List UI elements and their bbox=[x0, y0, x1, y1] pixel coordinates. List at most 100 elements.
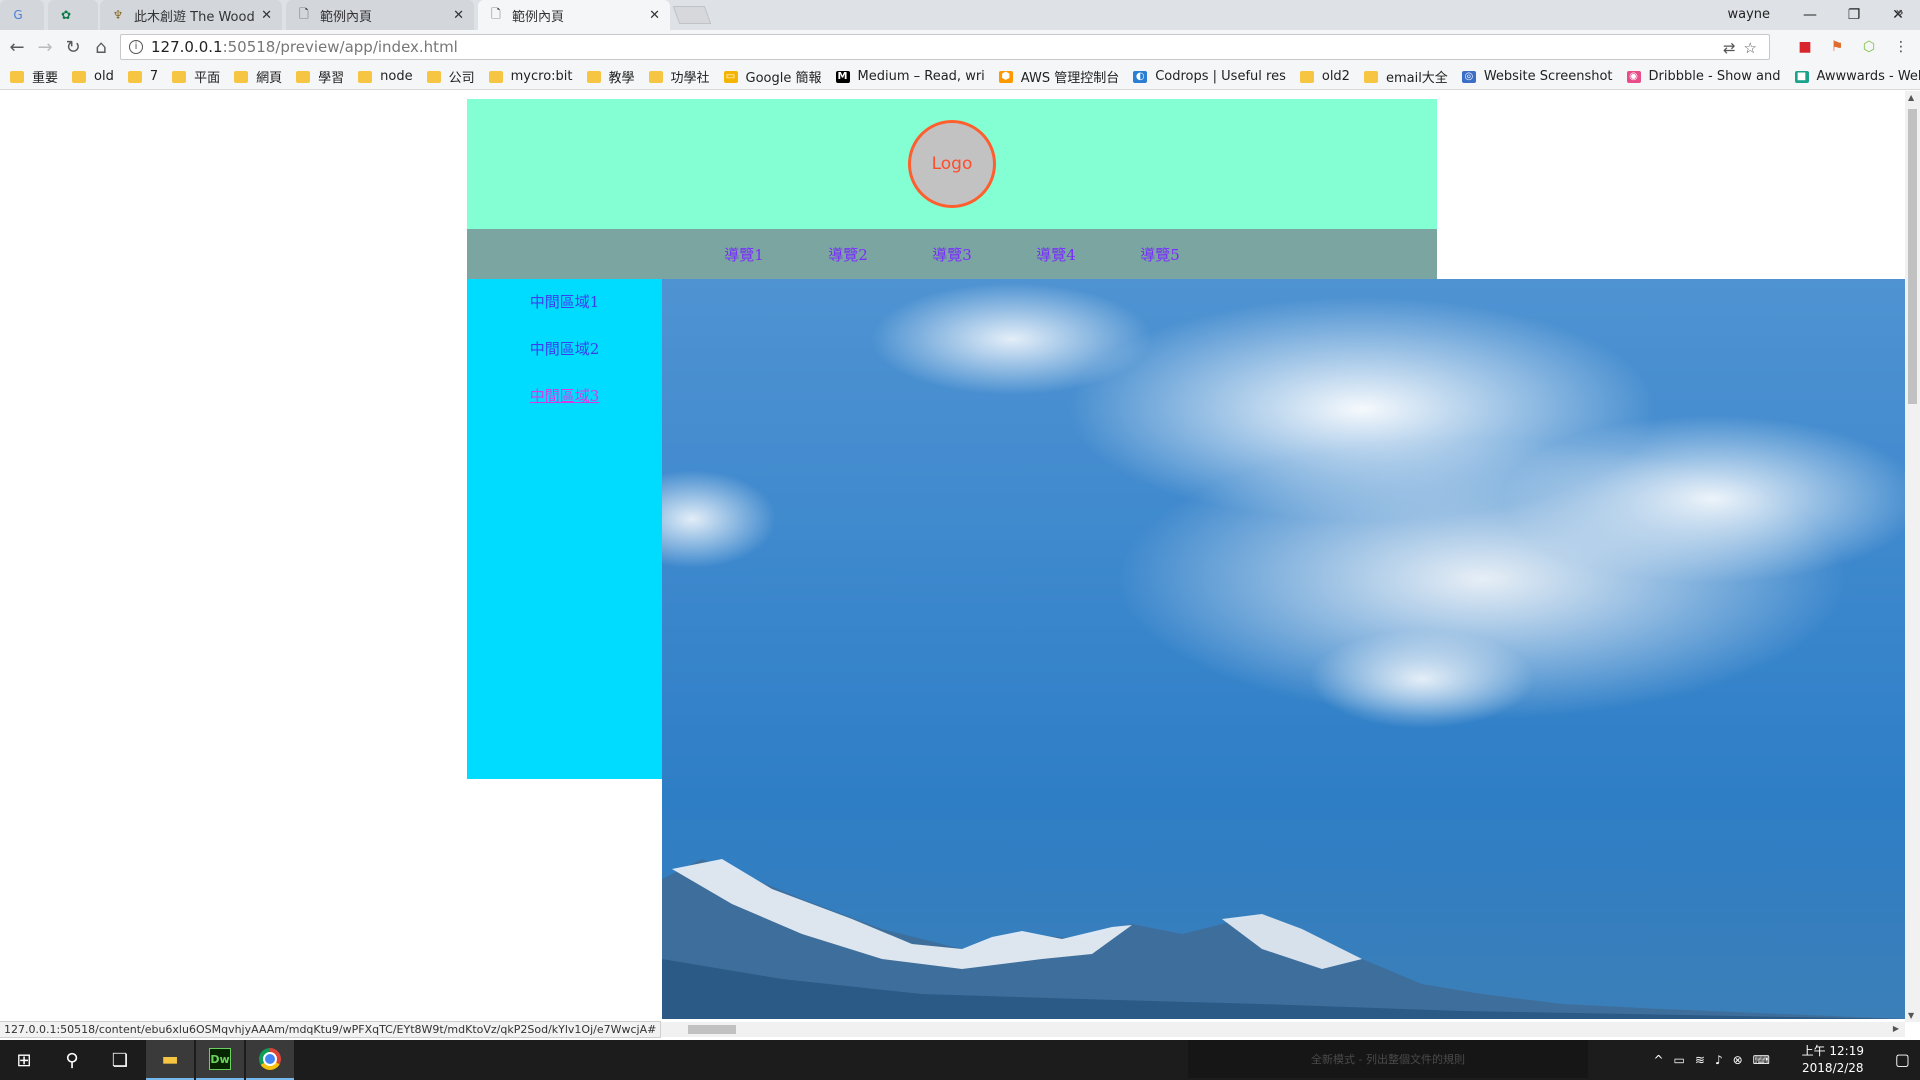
extension-red-icon[interactable]: ■ bbox=[1796, 38, 1814, 56]
bookmark-item[interactable]: ◉ Dribbble - Show and bbox=[1626, 69, 1781, 84]
folder-icon bbox=[10, 70, 24, 83]
bookmark-item[interactable]: old2 bbox=[1299, 69, 1350, 84]
reload-icon[interactable]: ↻ bbox=[60, 34, 86, 60]
sidebar-link-3[interactable]: 中間區域3 bbox=[467, 385, 662, 406]
bookmark-item[interactable]: old bbox=[72, 69, 114, 84]
extension-hex-icon[interactable]: ⬡ bbox=[1860, 38, 1878, 56]
home-icon[interactable]: ⌂ bbox=[88, 34, 114, 60]
chevron-right-icon[interactable]: » bbox=[1895, 5, 1904, 21]
folder-icon bbox=[426, 70, 441, 83]
bookmark-label: Website Screenshot bbox=[1483, 69, 1613, 84]
bookmark-item[interactable]: 公司 bbox=[426, 67, 475, 86]
volume-icon[interactable]: ♪ bbox=[1715, 1053, 1723, 1067]
folder-icon bbox=[234, 70, 249, 83]
globe-icon: ◎ bbox=[1461, 70, 1476, 83]
scroll-thumb[interactable] bbox=[1908, 109, 1917, 404]
wood-game-icon: ♆ bbox=[112, 8, 124, 22]
wifi-icon[interactable]: ≋ bbox=[1695, 1053, 1705, 1067]
windows-start-icon[interactable]: ⊞ bbox=[0, 1040, 48, 1080]
restore-icon[interactable]: ❐ bbox=[1832, 0, 1876, 30]
bookmark-label: Medium – Read, wri bbox=[857, 69, 985, 84]
bookmark-item[interactable]: 平面 bbox=[172, 67, 220, 86]
ime-hint: 全新模式 - 列出整個文件的規則 bbox=[1188, 1040, 1588, 1078]
starbucks-icon: ✿ bbox=[60, 8, 72, 22]
task-view-icon[interactable]: ❏ bbox=[96, 1040, 144, 1080]
close-icon[interactable]: ✕ bbox=[649, 8, 660, 23]
bookmark-label: old2 bbox=[1321, 69, 1350, 84]
nav-link-3[interactable]: 導覽3 bbox=[900, 244, 1004, 265]
bookmark-item[interactable]: email大全 bbox=[1363, 67, 1448, 86]
chrome-icon[interactable] bbox=[246, 1040, 294, 1080]
tab-0[interactable]: G bbox=[0, 0, 44, 30]
vertical-scrollbar[interactable]: ▲ ▼ bbox=[1905, 91, 1920, 1022]
bookmark-item[interactable]: 教學 bbox=[586, 67, 635, 86]
logo[interactable]: Logo bbox=[908, 120, 996, 208]
battery-icon[interactable]: ▭ bbox=[1674, 1053, 1685, 1067]
info-icon[interactable]: i bbox=[129, 40, 143, 54]
tab-title: 此木創遊 The Wood Ga bbox=[134, 9, 255, 25]
chevron-up-icon[interactable]: ^ bbox=[1653, 1053, 1663, 1067]
bookmark-item[interactable]: ■ Awwwards - Websit bbox=[1794, 69, 1920, 84]
sidebar-link-2[interactable]: 中間區域2 bbox=[467, 338, 662, 359]
bookmark-item[interactable]: mycro:bit bbox=[488, 69, 573, 84]
nav-link-5[interactable]: 導覽5 bbox=[1108, 244, 1212, 265]
nav-link-2[interactable]: 導覽2 bbox=[796, 244, 900, 265]
bookmark-item[interactable]: node bbox=[358, 69, 413, 84]
scroll-up-icon[interactable]: ▲ bbox=[1908, 93, 1914, 102]
scroll-down-icon[interactable]: ▼ bbox=[1908, 1011, 1914, 1020]
folder-icon bbox=[296, 70, 311, 83]
bookmark-item[interactable]: ▭ Google 簡報 bbox=[723, 67, 822, 86]
bookmark-label: 教學 bbox=[608, 71, 635, 86]
minimize-icon[interactable]: — bbox=[1788, 0, 1832, 30]
profile-button[interactable]: wayne bbox=[1727, 7, 1770, 22]
tab-1[interactable]: ✿ bbox=[48, 0, 98, 30]
bookmark-label: Codrops | Useful res bbox=[1155, 69, 1286, 84]
notification-icon[interactable]: ▢ bbox=[1895, 1050, 1910, 1069]
bookmark-item[interactable]: M Medium – Read, wri bbox=[835, 69, 985, 84]
file-explorer-icon[interactable]: ▬ bbox=[146, 1040, 194, 1080]
folder-icon bbox=[358, 70, 373, 83]
page-icon: 🗋 bbox=[299, 6, 309, 21]
close-icon[interactable]: ✕ bbox=[453, 8, 464, 23]
star-icon[interactable]: ☆ bbox=[1744, 39, 1757, 57]
close-circle-icon[interactable]: ⊗ bbox=[1733, 1053, 1743, 1067]
scroll-right-icon[interactable]: ▶ bbox=[1893, 1024, 1899, 1033]
address-bar[interactable]: i 127.0.0.1:50518/preview/app/index.html… bbox=[120, 34, 1770, 60]
nav-link-1[interactable]: 導覽1 bbox=[692, 244, 796, 265]
tab-strip: G ✿ ♆ 此木創遊 The Wood Ga ✕ 🗋 範例內頁 ✕ 🗋 範例內頁… bbox=[0, 0, 1920, 31]
search-icon[interactable]: ⚲ bbox=[48, 1040, 96, 1080]
translate-icon: G bbox=[13, 8, 23, 22]
awwwards-icon: ■ bbox=[1794, 70, 1809, 83]
close-icon[interactable]: ✕ bbox=[261, 8, 272, 23]
nav-link-4[interactable]: 導覽4 bbox=[1004, 244, 1108, 265]
hero-mountain-image bbox=[662, 279, 1905, 1019]
folder-icon bbox=[172, 70, 187, 83]
bookmark-label: 重要 bbox=[32, 71, 59, 86]
bookmark-item[interactable]: 重要 bbox=[10, 67, 58, 86]
bookmarks-bar: 重要 old 7 平面 網頁 學習 node 公司 mycro:bit 教學 功學社 ▭ Google … bbox=[0, 64, 1920, 90]
bookmark-item[interactable]: 學習 bbox=[296, 67, 344, 86]
menu-icon[interactable]: ⋮ bbox=[1892, 38, 1910, 56]
scroll-thumb[interactable] bbox=[688, 1025, 736, 1034]
sidebar-link-1[interactable]: 中間區域1 bbox=[467, 291, 662, 312]
tab-4[interactable]: 🗋 範例內頁 ✕ bbox=[478, 0, 670, 31]
back-icon[interactable]: ← bbox=[4, 34, 30, 60]
clock[interactable]: 上午 12:19 2018/2/28 bbox=[1802, 1043, 1864, 1077]
system-tray: ^ ▭ ≋ ♪ ⊗ ⌨ bbox=[1653, 1040, 1770, 1080]
translate-icon[interactable]: ⇄ bbox=[1723, 39, 1736, 57]
keyboard-icon[interactable]: ⌨ bbox=[1753, 1053, 1770, 1067]
forward-icon[interactable]: → bbox=[32, 34, 58, 60]
bookmark-item[interactable]: ⬢ AWS 管理控制台 bbox=[998, 67, 1119, 86]
bookmark-item[interactable]: ◎ Website Screenshot bbox=[1461, 69, 1613, 84]
mountain-ridge-graphic bbox=[662, 859, 1905, 1019]
folder-icon bbox=[648, 70, 663, 83]
bookmark-item[interactable]: 7 bbox=[127, 69, 158, 84]
tab-2[interactable]: ♆ 此木創遊 The Wood Ga ✕ bbox=[100, 0, 282, 30]
extension-flag-icon[interactable]: ⚑ bbox=[1828, 38, 1846, 56]
bookmark-item[interactable]: 網頁 bbox=[234, 67, 282, 86]
bookmark-item[interactable]: ◐ Codrops | Useful res bbox=[1133, 69, 1286, 84]
dreamweaver-icon[interactable]: Dw bbox=[196, 1040, 244, 1080]
tab-3[interactable]: 🗋 範例內頁 ✕ bbox=[286, 0, 474, 30]
new-tab-button[interactable] bbox=[672, 6, 712, 24]
bookmark-item[interactable]: 功學社 bbox=[648, 67, 710, 86]
